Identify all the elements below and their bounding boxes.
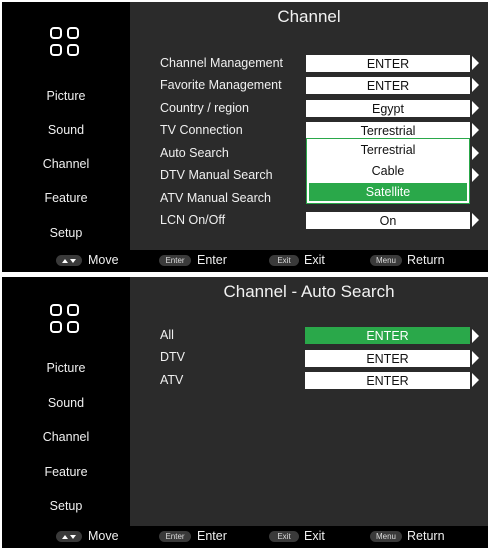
tv-connection-select[interactable]: Terrestrial: [306, 122, 470, 139]
sidebar-item-setup[interactable]: Setup: [2, 226, 130, 240]
row-label-country-region: Country / region: [160, 101, 249, 115]
arrow-right-icon: [472, 351, 479, 365]
arrow-right-icon: [472, 168, 479, 182]
arrow-right-icon: [472, 146, 479, 160]
sidebar-item-sound[interactable]: Sound: [2, 396, 130, 410]
row-label-atv: ATV: [160, 373, 184, 387]
search-dtv-button[interactable]: ENTER: [305, 350, 470, 367]
row-label-lcn-on-off: LCN On/Off: [160, 213, 226, 227]
dropdown-option-terrestrial[interactable]: Terrestrial: [307, 141, 469, 159]
updown-key-icon: [56, 255, 82, 266]
updown-key-icon: [56, 531, 82, 542]
search-atv-button[interactable]: ENTER: [305, 372, 470, 389]
sidebar-item-picture[interactable]: Picture: [2, 361, 130, 375]
dropdown-option-satellite[interactable]: Satellite: [309, 183, 467, 201]
menu-grid-icon: [50, 27, 82, 59]
footer-move-label: Move: [88, 253, 119, 267]
exit-key-icon: Exit: [269, 255, 299, 266]
arrow-right-icon: [472, 213, 479, 227]
channel-menu-screen: Channel Picture Sound Channel Feature Se…: [2, 2, 488, 272]
auto-search-screen: Channel - Auto Search Picture Sound Chan…: [2, 277, 488, 548]
lcn-toggle[interactable]: On: [306, 212, 470, 229]
arrow-right-icon: [472, 78, 479, 92]
sidebar-item-setup[interactable]: Setup: [2, 499, 130, 513]
footer-enter-label: Enter: [197, 529, 227, 543]
row-label-all: All: [160, 328, 174, 342]
sidebar-item-feature[interactable]: Feature: [2, 191, 130, 205]
row-label-favorite-management: Favorite Management: [160, 78, 282, 92]
footer-bar: Move Enter Enter Exit Exit Menu Return: [2, 526, 488, 548]
row-label-dtv: DTV: [160, 350, 185, 364]
footer-enter-label: Enter: [197, 253, 227, 267]
dropdown-option-cable[interactable]: Cable: [307, 162, 469, 180]
channel-management-button[interactable]: ENTER: [306, 55, 470, 72]
footer-move-label: Move: [88, 529, 119, 543]
sidebar-item-feature[interactable]: Feature: [2, 465, 130, 479]
sidebar-item-sound[interactable]: Sound: [2, 123, 130, 137]
sidebar-item-channel[interactable]: Channel: [2, 157, 130, 171]
sidebar: Picture Sound Channel Feature Setup: [2, 277, 130, 526]
footer-bar: Move Enter Enter Exit Exit Menu Return: [2, 250, 488, 272]
footer-exit-label: Exit: [304, 529, 325, 543]
sidebar-item-picture[interactable]: Picture: [2, 89, 130, 103]
row-label-atv-manual-search[interactable]: ATV Manual Search: [160, 191, 271, 205]
favorite-management-button[interactable]: ENTER: [306, 77, 470, 94]
search-all-button[interactable]: ENTER: [305, 327, 470, 344]
enter-key-icon: Enter: [159, 531, 191, 542]
tv-connection-dropdown: Terrestrial Cable Satellite: [306, 138, 470, 204]
page-title: Channel: [277, 7, 341, 26]
arrow-right-icon: [472, 329, 479, 343]
footer-return-label: Return: [407, 529, 445, 543]
footer-exit-label: Exit: [304, 253, 325, 267]
sidebar-item-channel[interactable]: Channel: [2, 430, 130, 444]
footer-return-label: Return: [407, 253, 445, 267]
row-label-channel-management: Channel Management: [160, 56, 283, 70]
menu-grid-icon: [50, 304, 82, 336]
row-label-dtv-manual-search[interactable]: DTV Manual Search: [160, 168, 273, 182]
menu-key-icon: Menu: [370, 531, 402, 542]
page-title: Channel - Auto Search: [223, 282, 395, 301]
sidebar: Picture Sound Channel Feature Setup: [2, 2, 130, 250]
settings-panel: All ENTER DTV ENTER ATV ENTER: [130, 305, 488, 526]
country-region-select[interactable]: Egypt: [306, 100, 470, 117]
row-label-auto-search[interactable]: Auto Search: [160, 146, 229, 160]
settings-panel: Channel Management ENTER Favorite Manage…: [130, 30, 488, 250]
exit-key-icon: Exit: [269, 531, 299, 542]
arrow-right-icon: [472, 101, 479, 115]
arrow-right-icon: [472, 123, 479, 137]
menu-key-icon: Menu: [370, 255, 402, 266]
arrow-right-icon: [472, 373, 479, 387]
row-label-tv-connection: TV Connection: [160, 123, 243, 137]
arrow-right-icon: [472, 56, 479, 70]
enter-key-icon: Enter: [159, 255, 191, 266]
